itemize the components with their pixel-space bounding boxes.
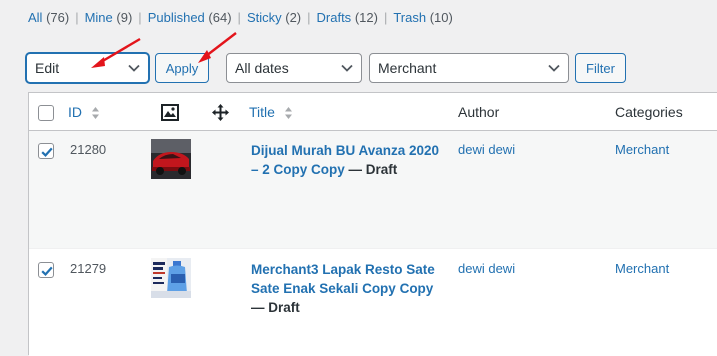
view-all-count: (76) xyxy=(46,10,70,25)
view-separator: | xyxy=(237,10,241,25)
column-id-label: ID xyxy=(68,104,82,120)
dates-filter-select[interactable]: All dates xyxy=(226,53,362,83)
posts-table: ID Title Author Categories 21280 Dijual … xyxy=(28,92,717,356)
post-title-text: Dijual Murah BU Avanza 2020 – 2 Copy Cop… xyxy=(251,143,440,177)
filter-button[interactable]: Filter xyxy=(575,53,626,83)
move-arrows-icon xyxy=(212,104,229,121)
row-checkbox[interactable] xyxy=(38,262,54,278)
column-id[interactable]: ID xyxy=(68,104,100,120)
row-checkbox[interactable] xyxy=(38,143,54,159)
sort-icon xyxy=(284,107,292,120)
post-id: 21279 xyxy=(70,261,107,276)
post-state: — Draft xyxy=(348,162,398,177)
bulk-actions-select[interactable]: Edit xyxy=(26,53,149,83)
sort-icon xyxy=(91,107,99,120)
view-trash[interactable]: Trash xyxy=(393,10,426,25)
post-id: 21280 xyxy=(70,142,107,157)
table-row: 21279 Merchant3 Lapak Resto Sate Sate En… xyxy=(29,249,717,356)
view-sticky-count: (2) xyxy=(285,10,302,25)
post-title-link[interactable]: Merchant3 Lapak Resto Sate Sate Enak Sek… xyxy=(251,260,446,317)
view-separator: | xyxy=(383,10,388,25)
table-header: ID Title Author Categories xyxy=(29,93,717,131)
view-published[interactable]: Published xyxy=(148,10,205,25)
category-filter-value: Merchant xyxy=(378,60,437,76)
apply-button[interactable]: Apply xyxy=(155,53,209,83)
column-title[interactable]: Title xyxy=(249,104,293,120)
chevron-down-icon xyxy=(128,64,140,72)
post-status-views: All (76) | Mine (9) | Published (64) | S… xyxy=(28,10,453,25)
view-separator: | xyxy=(307,10,311,25)
chevron-down-icon xyxy=(548,64,560,72)
post-title-link[interactable]: Dijual Murah BU Avanza 2020 – 2 Copy Cop… xyxy=(251,141,446,179)
column-title-label: Title xyxy=(249,104,275,120)
dates-filter-value: All dates xyxy=(235,60,289,76)
chevron-down-icon xyxy=(341,64,353,72)
table-row: 21280 Dijual Murah BU Avanza 2020 – 2 Co… xyxy=(29,131,717,249)
select-all-checkbox[interactable] xyxy=(38,105,54,121)
red-car-thumbnail[interactable] xyxy=(151,139,191,179)
image-icon xyxy=(161,104,179,121)
post-author-link[interactable]: dewi dewi xyxy=(458,142,515,157)
view-published-count: (64) xyxy=(208,10,232,25)
category-filter-select[interactable]: Merchant xyxy=(369,53,569,83)
view-separator: | xyxy=(75,10,79,25)
view-all[interactable]: All xyxy=(28,10,42,25)
water-gallon-thumbnail[interactable] xyxy=(151,258,191,298)
post-author-link[interactable]: dewi dewi xyxy=(458,261,515,276)
bulk-actions-value: Edit xyxy=(35,60,60,76)
view-separator: | xyxy=(138,10,142,25)
view-mine[interactable]: Mine xyxy=(85,10,113,25)
column-author: Author xyxy=(458,104,500,120)
post-state: — Draft xyxy=(251,300,300,315)
view-sticky[interactable]: Sticky xyxy=(247,10,282,25)
post-category-link[interactable]: Merchant xyxy=(615,261,669,276)
checkmark-icon xyxy=(41,266,53,276)
view-drafts[interactable]: Drafts xyxy=(317,10,352,25)
view-trash-count: (10) xyxy=(429,10,453,25)
post-title-text: Merchant3 Lapak Resto Sate Sate Enak Sek… xyxy=(251,262,435,296)
checkmark-icon xyxy=(41,147,53,157)
column-categories: Categories xyxy=(615,104,683,120)
view-mine-count: (9) xyxy=(116,10,133,25)
post-category-link[interactable]: Merchant xyxy=(615,142,669,157)
view-drafts-count: (12) xyxy=(354,10,378,25)
